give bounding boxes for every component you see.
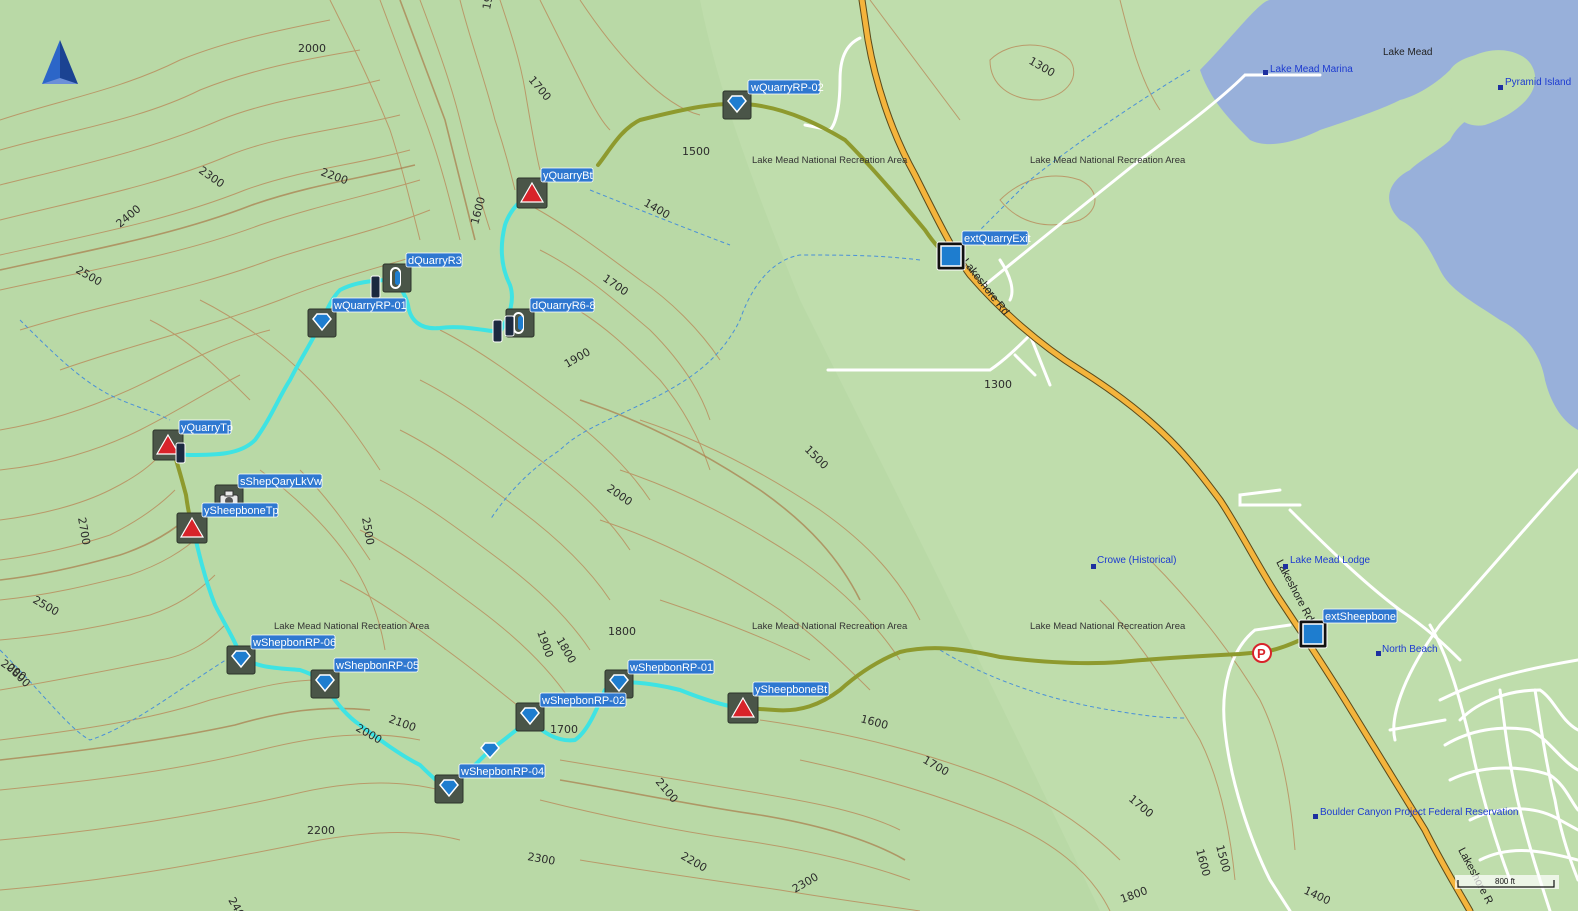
waypoint-label: wShepbonRP-02 <box>541 695 625 707</box>
link-marker-icon <box>492 319 503 343</box>
poi-label: Pyramid Island <box>1505 77 1571 88</box>
waypoint-label: wShepbonRP-04 <box>460 766 544 778</box>
poi-marker-icon <box>1263 70 1268 75</box>
poi-label: Lake Mead Lodge <box>1290 555 1371 566</box>
scale-bar: 800 ft <box>1455 875 1559 889</box>
poi-marker-icon <box>1313 814 1318 819</box>
poi-label: North Beach <box>1382 644 1438 655</box>
poi-marker-icon <box>1376 651 1381 656</box>
poi-label: Crowe (Historical) <box>1097 555 1176 566</box>
area-label: Lake Mead National Recreation Area <box>1030 621 1186 632</box>
link-marker-icon <box>370 275 381 299</box>
waypoint-label: yQuarryBt <box>543 170 593 182</box>
poi-label: Lake Mead Marina <box>1270 64 1353 75</box>
poi-lake-mead-marina[interactable]: Lake Mead Marina <box>1263 64 1353 75</box>
poi-marker-icon <box>1091 564 1096 569</box>
area-label: Lake Mead National Recreation Area <box>752 621 908 632</box>
waypoint-label: ySheepboneBt <box>755 684 827 696</box>
waypoint-label: extQuarryExit <box>964 233 1031 245</box>
waypoint-label: yQuarryTp <box>181 422 233 434</box>
area-label: Lake Mead National Recreation Area <box>274 621 430 632</box>
waypoint-label: wShepbonRP-06 <box>252 637 336 649</box>
poi-marker-icon <box>1283 564 1288 569</box>
waypoint-label: wShepbonRP-01 <box>629 662 713 674</box>
area-label: Lake Mead National Recreation Area <box>1030 155 1186 166</box>
parking-marker[interactable]: P <box>1252 643 1272 663</box>
contour-label: 1700 <box>550 723 578 736</box>
topographic-map[interactable]: 2000 1900 1700 2300 2200 2400 2500 1600 … <box>0 0 1578 911</box>
link-marker-icon <box>504 315 515 337</box>
waypoint-label: wQuarryRP-02 <box>750 82 824 94</box>
waypoint-label: wShepbonRP-05 <box>335 660 419 672</box>
contour-label: 2000 <box>298 42 326 55</box>
contour-label: 2200 <box>307 824 335 837</box>
waypoint-label: dQuarryR3 <box>408 255 462 267</box>
parking-symbol: P <box>1257 646 1266 661</box>
poi-marker-icon <box>1498 85 1503 90</box>
waypoint-label: dQuarryR6-8 <box>532 300 596 312</box>
contour-label: 1300 <box>984 378 1012 391</box>
contour-label: 1800 <box>608 625 636 638</box>
waypoint-label: wQuarryRP-01 <box>333 300 407 312</box>
waypoint-label: ySheepboneTp <box>204 505 279 517</box>
poi-boulder-canyon-project[interactable]: Boulder Canyon Project Federal Reservati… <box>1313 807 1518 819</box>
contour-label: 1500 <box>682 145 710 158</box>
area-label: Lake Mead National Recreation Area <box>752 155 908 166</box>
waypoint-label: extSheepbone <box>1325 611 1396 623</box>
lake-name-label: Lake Mead <box>1383 47 1432 58</box>
poi-north-beach[interactable]: North Beach <box>1376 644 1438 656</box>
poi-label: Boulder Canyon Project Federal Reservati… <box>1320 807 1518 818</box>
scale-bar-label: 800 ft <box>1495 877 1516 886</box>
link-marker-icon <box>175 442 186 464</box>
waypoint-label: sShepQaryLkVw <box>240 476 322 488</box>
